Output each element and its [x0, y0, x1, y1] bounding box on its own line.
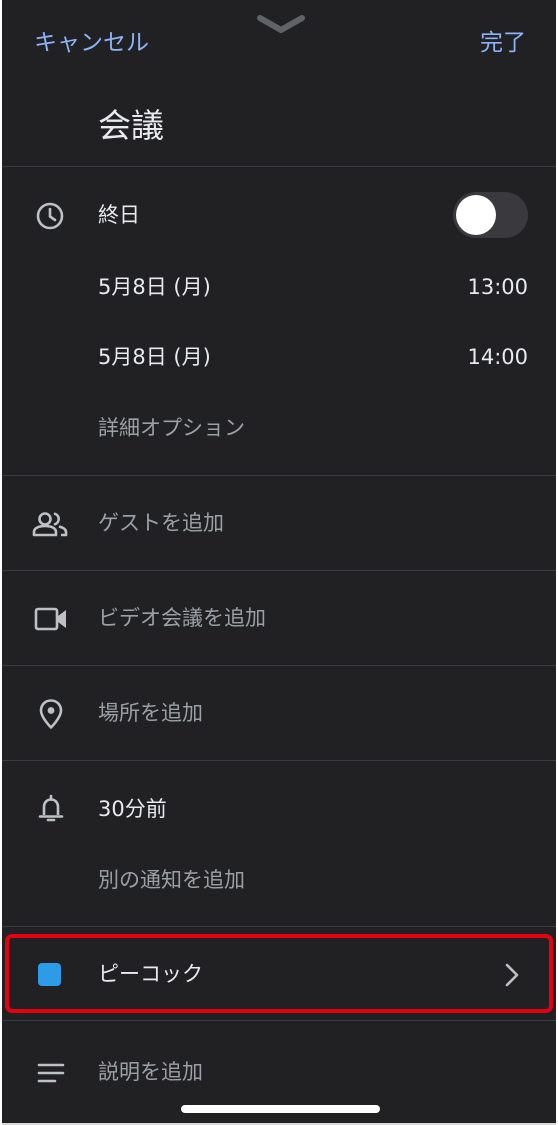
add-video-conference-label: ビデオ会議を追加: [98, 606, 266, 630]
all-day-toggle[interactable]: [453, 192, 528, 238]
highlight-box: [5, 934, 553, 1013]
add-description-label: 説明を追加: [98, 1060, 203, 1084]
divider: [2, 475, 556, 476]
chevron-right-icon: [494, 957, 530, 993]
color-swatch: [38, 963, 61, 986]
divider: [2, 926, 556, 927]
divider: [2, 166, 556, 167]
add-notification-link[interactable]: 別の通知を追加: [98, 866, 245, 894]
notification-item[interactable]: 30分前: [98, 795, 167, 823]
bell-icon: [33, 791, 69, 827]
more-options-link[interactable]: 詳細オプション: [98, 414, 245, 442]
divider: [2, 570, 556, 571]
videocam-icon: [33, 601, 69, 637]
location-pin-icon: [33, 696, 69, 732]
end-date[interactable]: 5月8日 (月): [98, 343, 211, 371]
notes-icon: [33, 1055, 69, 1091]
toggle-knob: [456, 195, 496, 235]
cancel-button[interactable]: キャンセル: [34, 28, 149, 58]
divider: [2, 1020, 556, 1021]
event-title-input[interactable]: 会議: [98, 104, 164, 148]
add-location-label: 場所を追加: [98, 701, 203, 725]
divider: [2, 760, 556, 761]
clock-icon: [32, 198, 68, 234]
color-label: ピーコック: [98, 962, 203, 986]
divider: [2, 665, 556, 666]
add-guests-label: ゲストを追加: [98, 511, 224, 535]
people-icon: [32, 506, 68, 542]
all-day-label: 終日: [98, 203, 140, 227]
start-date[interactable]: 5月8日 (月): [98, 273, 211, 301]
event-edit-screen: キャンセル 完了 会議 終日 5月8日 (月) 13:00 5月8日 (月) 1…: [2, 0, 556, 1125]
start-time[interactable]: 13:00: [467, 273, 528, 301]
home-indicator: [181, 1105, 380, 1113]
collapse-chevron-icon[interactable]: [256, 14, 306, 36]
end-time[interactable]: 14:00: [467, 343, 528, 371]
done-button[interactable]: 完了: [480, 28, 526, 58]
